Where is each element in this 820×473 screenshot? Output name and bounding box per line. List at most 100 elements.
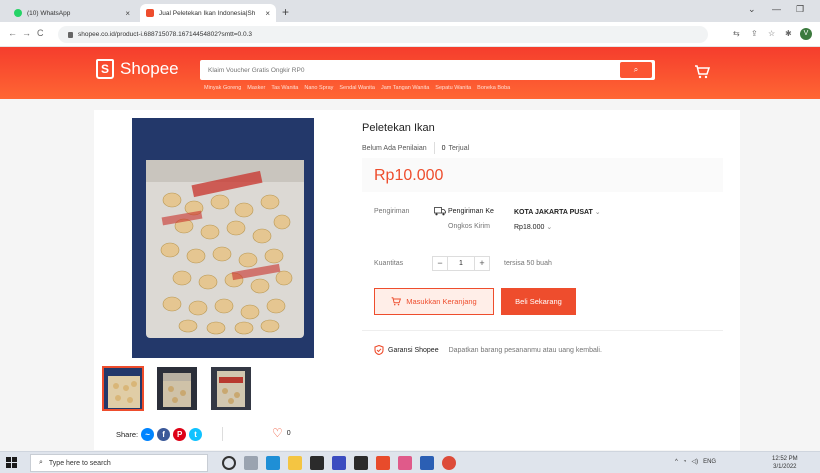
system-tray: ^ ◔ ◁) ENG: [675, 458, 716, 466]
shipping-cost-dropdown[interactable]: Rp18.000 ⌄: [514, 223, 552, 231]
shopee-bag-icon: [146, 9, 154, 17]
suggestion-link[interactable]: Sepatu Wanita: [435, 85, 471, 91]
whatsapp-icon: [14, 9, 22, 17]
shipping-label: Pengiriman: [374, 208, 410, 215]
cart-plus-icon: [391, 297, 402, 306]
taskbar-search[interactable]: ⌕ Type here to search: [30, 454, 208, 472]
divider: [362, 330, 723, 331]
suggestion-link[interactable]: Sendal Wanita: [339, 85, 375, 91]
word-icon[interactable]: [420, 456, 434, 470]
guarantee-title: Garansi Shopee: [388, 346, 439, 354]
language-indicator[interactable]: ENG: [703, 459, 716, 465]
restore-icon[interactable]: ❐: [796, 4, 804, 15]
shopee-header: S Shopee ⌕ Minyak Goreng Masker Tas Wani…: [0, 47, 820, 99]
task-view-icon[interactable]: [244, 456, 258, 470]
browser-tab-strip: (10) WhatsApp × Jual Peletekan Ikan Indo…: [0, 0, 820, 22]
messenger-icon[interactable]: ~: [141, 428, 155, 441]
suggestion-link[interactable]: Tas Wanita: [271, 85, 298, 91]
store-icon[interactable]: [310, 456, 324, 470]
close-icon[interactable]: ×: [265, 9, 270, 18]
suggestion-link[interactable]: Boneka Boba: [477, 85, 510, 91]
search-input[interactable]: [200, 60, 618, 80]
product-price: Rp10.000: [374, 167, 444, 184]
chevron-down-icon: ⌄: [594, 209, 601, 216]
profile-avatar[interactable]: V: [800, 28, 812, 40]
url-field[interactable]: shopee.co.id/product-i.688715078.1671445…: [58, 26, 708, 43]
shipping-city-dropdown[interactable]: KOTA JAKARTA PUSAT ⌄: [514, 208, 601, 216]
divider: [222, 427, 223, 441]
edge-icon[interactable]: [266, 456, 280, 470]
camera-icon[interactable]: [354, 456, 368, 470]
windows-start-icon[interactable]: [6, 457, 17, 468]
pinterest-icon[interactable]: P: [173, 428, 187, 441]
tab-label: Jual Peletekan Ikan Indonesia|Sh: [159, 9, 256, 17]
search-icon: ⌕: [633, 65, 639, 74]
taskbar-apps: [222, 456, 456, 470]
network-icon[interactable]: ◔: [683, 459, 687, 465]
thumbnail[interactable]: [210, 366, 252, 411]
close-icon[interactable]: ×: [125, 9, 130, 18]
product-main-image[interactable]: [132, 118, 314, 358]
rating-row: Belum Ada Penilaian 0 Terjual: [362, 142, 469, 154]
new-tab-icon[interactable]: +: [282, 5, 289, 19]
sold-count: 0: [441, 144, 446, 152]
tab-whatsapp[interactable]: (10) WhatsApp ×: [8, 4, 136, 22]
volume-icon[interactable]: ◁): [691, 458, 698, 465]
thumbnail-photo: [211, 367, 251, 410]
suggestion-link[interactable]: Masker: [247, 85, 265, 91]
office-icon[interactable]: [376, 456, 390, 470]
shopee-bag-icon: S: [96, 59, 114, 79]
clock-time: 12:52 PM: [772, 456, 798, 462]
thumbnail[interactable]: [102, 366, 144, 411]
address-bar: ← → C shopee.co.id/product-i.688715078.1…: [0, 22, 820, 47]
share-row: Share: ~ f P t: [116, 428, 203, 441]
quantity-stepper: − 1 +: [432, 256, 490, 271]
forward-icon[interactable]: →: [22, 28, 31, 38]
cart-icon[interactable]: [694, 65, 710, 79]
shield-icon: [374, 345, 384, 355]
twitter-icon[interactable]: t: [189, 428, 203, 441]
taskbar-clock[interactable]: 12:52 PM 3/1/2022: [772, 455, 798, 471]
extensions-icon[interactable]: ✱: [785, 29, 792, 38]
facebook-icon[interactable]: f: [157, 428, 171, 441]
like-count: 0: [286, 429, 291, 437]
suggestion-link[interactable]: Minyak Goreng: [204, 85, 241, 91]
thumbnail[interactable]: [156, 366, 198, 411]
logo-text: Shopee: [120, 59, 179, 78]
increase-button[interactable]: +: [474, 256, 490, 271]
bookmark-star-icon[interactable]: ☆: [768, 29, 775, 38]
translate-icon[interactable]: ⇆: [733, 29, 740, 38]
buy-now-button[interactable]: Beli Sekarang: [501, 288, 576, 315]
share-page-icon[interactable]: ⇪: [751, 29, 758, 38]
stock-text: tersisa 50 buah: [504, 260, 552, 267]
shopee-logo[interactable]: S Shopee: [96, 59, 179, 79]
file-explorer-icon[interactable]: [288, 456, 302, 470]
suggestion-link[interactable]: Jam Tangan Wanita: [381, 85, 429, 91]
price-box: Rp10.000: [362, 158, 723, 192]
quantity-input[interactable]: 1: [448, 256, 474, 271]
favorite-button[interactable]: ♡ 0: [272, 427, 291, 439]
back-icon[interactable]: ←: [8, 28, 17, 38]
suggestion-link[interactable]: Nano Spray: [304, 85, 333, 91]
guarantee-description: Dapatkan barang pesananmu atau uang kemb…: [448, 346, 602, 354]
search-button[interactable]: ⌕: [620, 62, 652, 78]
photos-icon[interactable]: [332, 456, 346, 470]
chevron-up-icon[interactable]: ^: [675, 459, 678, 465]
product-photo: [132, 118, 314, 358]
reload-icon[interactable]: C: [37, 28, 44, 38]
minimize-icon[interactable]: —: [772, 4, 781, 14]
add-to-cart-button[interactable]: Masukkan Keranjang: [374, 288, 494, 315]
cortana-icon[interactable]: [222, 456, 236, 470]
decrease-button[interactable]: −: [432, 256, 448, 271]
chrome-icon[interactable]: [442, 456, 456, 470]
search-icon: ⌕: [39, 459, 43, 466]
heart-icon: ♡: [272, 426, 283, 440]
tab-search-icon[interactable]: ⌄: [748, 4, 756, 15]
tab-shopee[interactable]: Jual Peletekan Ikan Indonesia|Sh ×: [140, 4, 276, 22]
product-card: Share: ~ f P t ♡ 0 Peletekan Ikan Belum …: [94, 110, 740, 450]
shipping-city: KOTA JAKARTA PUSAT: [514, 209, 593, 216]
app-icon[interactable]: [398, 456, 412, 470]
search-suggestions: Minyak Goreng Masker Tas Wanita Nano Spr…: [204, 85, 510, 91]
thumbnail-photo: [104, 368, 142, 409]
thumbnail-photo: [157, 367, 197, 410]
